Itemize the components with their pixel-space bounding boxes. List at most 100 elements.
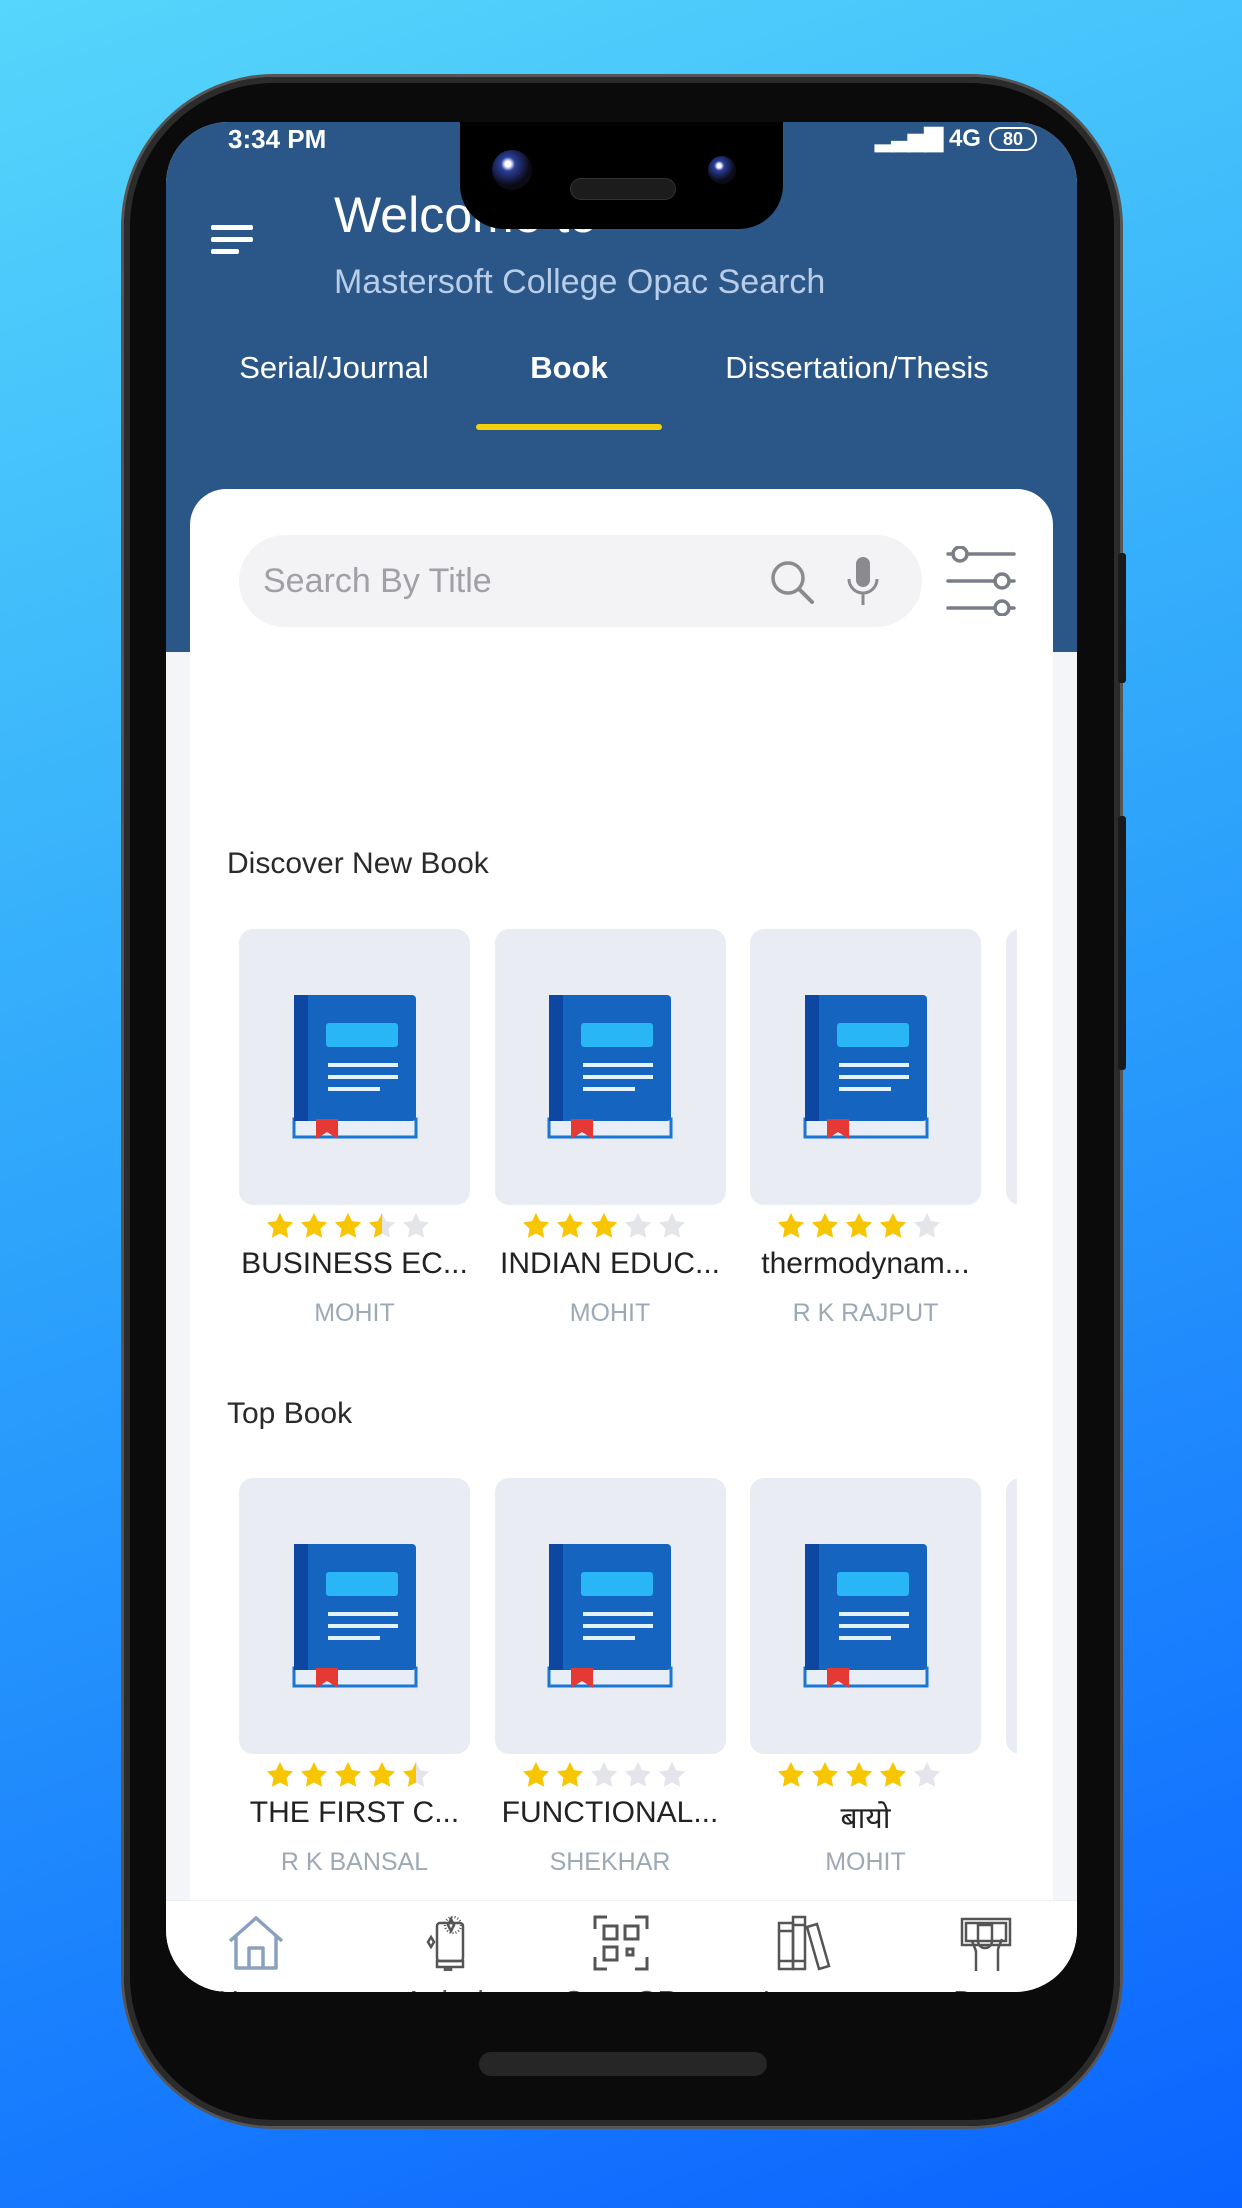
book-cover xyxy=(494,929,726,1205)
nav-arrivals[interactable]: Arrivals xyxy=(381,1915,521,1992)
book-card[interactable]: I xyxy=(1005,1478,1017,1754)
star-icon xyxy=(913,1212,941,1238)
tab-book[interactable]: Book xyxy=(530,350,608,386)
section-title: Discover New Book xyxy=(227,847,489,880)
new-book-icon xyxy=(423,1915,479,1975)
book-card[interactable]: INDIAN EDUC... MOHIT xyxy=(494,929,726,1327)
star-icon xyxy=(658,1212,685,1238)
star-rating xyxy=(776,1211,942,1241)
star-icon xyxy=(300,1761,328,1787)
book-card[interactable]: thermodynam... R K RAJPUT xyxy=(750,929,981,1327)
book-cover xyxy=(239,1478,470,1754)
books-icon xyxy=(775,1915,831,1975)
nav-label: Scan QR xyxy=(551,1985,691,1992)
book-author: A xyxy=(1006,1299,1018,1328)
book-title: I xyxy=(996,1796,1018,1830)
network-type: 4G xyxy=(948,124,981,152)
star-rating xyxy=(265,1211,431,1241)
search-input[interactable] xyxy=(263,535,743,627)
active-tab-indicator xyxy=(476,424,662,430)
nav-label: Home xyxy=(186,1985,326,1992)
star-icon xyxy=(658,1761,685,1787)
book-icon xyxy=(803,1544,928,1688)
book-title: BUSINESS EC... xyxy=(241,1247,468,1280)
camera-notch xyxy=(460,122,783,229)
star-icon xyxy=(811,1761,839,1787)
nav-label: Issues xyxy=(733,1985,873,1992)
nav-dues[interactable]: Dues xyxy=(916,1915,1056,1992)
sensor-icon xyxy=(708,156,736,184)
book-author: MOHIT xyxy=(825,1848,906,1876)
book-card[interactable]: बायो MOHIT xyxy=(750,1478,981,1876)
book-author: R K RAJPUT xyxy=(792,1299,939,1327)
book-cover xyxy=(239,929,470,1205)
book-author: MOHIT xyxy=(314,1299,395,1327)
book-icon xyxy=(292,995,417,1139)
star-icon xyxy=(556,1212,583,1238)
star-rating xyxy=(776,1760,942,1790)
nav-home[interactable]: Home xyxy=(186,1915,326,1992)
book-title: thermodynam... xyxy=(761,1247,970,1280)
star-icon xyxy=(913,1761,941,1787)
filter-icon[interactable] xyxy=(946,546,1016,616)
star-icon xyxy=(556,1761,583,1787)
book-author: MOHIT xyxy=(569,1299,651,1327)
star-icon xyxy=(402,1212,430,1238)
nav-issues[interactable]: Issues xyxy=(733,1915,873,1992)
star-icon xyxy=(368,1212,396,1238)
speaker xyxy=(570,178,676,200)
book-card[interactable]: FUNCTIONAL... SHEKHAR xyxy=(494,1478,726,1876)
star-rating xyxy=(521,1760,687,1790)
book-title: FUNCTIONAL... xyxy=(501,1796,719,1829)
microphone-icon[interactable] xyxy=(845,557,881,607)
star-icon xyxy=(777,1212,805,1238)
discover-book-list: BUSINESS EC... MOHIT INDIAN EDUC... MOHIT th… xyxy=(239,929,1017,1349)
app-screen: 3:34 PM ▂▃▅▇ 4G 80 Welcome to Mastersoft… xyxy=(166,122,1077,1992)
power-button xyxy=(1118,553,1126,683)
star-rating xyxy=(521,1211,687,1241)
home-indicator xyxy=(479,2052,767,2076)
tab-serial-journal[interactable]: Serial/Journal xyxy=(239,350,429,386)
star-icon xyxy=(590,1761,617,1787)
star-icon xyxy=(624,1212,651,1238)
book-author: R K BANSAL xyxy=(280,1848,429,1876)
tab-dissertation-thesis[interactable]: Dissertation/Thesis xyxy=(725,350,989,386)
star-icon xyxy=(368,1761,396,1787)
welcome-subtitle: Mastersoft College Opac Search xyxy=(334,263,826,301)
book-icon xyxy=(803,995,928,1139)
volume-button xyxy=(1118,816,1126,1070)
book-author: SHEKHAR xyxy=(549,1848,671,1876)
star-icon xyxy=(402,1761,430,1787)
book-card[interactable]: BUSINESS EC... MOHIT xyxy=(239,929,470,1327)
star-icon xyxy=(811,1212,839,1238)
nav-scan-qr[interactable]: Scan QR xyxy=(551,1915,691,1992)
content-card: Discover New Book BUSINESS EC...MOHITIND… xyxy=(190,489,1053,1949)
signal-icon: ▂▃▅▇ xyxy=(875,125,943,152)
book-cover xyxy=(750,929,981,1205)
search-icon[interactable] xyxy=(767,557,817,607)
section-title: Top Book xyxy=(227,1397,353,1430)
book-icon xyxy=(547,995,673,1139)
nav-label: Dues xyxy=(916,1985,1056,1992)
bottom-navigation: Home Arrivals Scan QR Issues Dues xyxy=(166,1900,1077,1992)
star-icon xyxy=(777,1761,805,1787)
nav-label: Arrivals xyxy=(381,1985,521,1992)
star-icon xyxy=(266,1761,294,1787)
battery-level: 80 xyxy=(988,126,1037,151)
search-bar xyxy=(239,535,922,627)
star-icon xyxy=(522,1761,549,1787)
book-title: INDIAN EDUC... xyxy=(499,1247,721,1280)
book-icon xyxy=(547,1544,673,1688)
star-icon xyxy=(845,1761,873,1787)
book-card[interactable]: A xyxy=(1005,929,1017,1205)
book-title: बायो xyxy=(840,1802,891,1835)
home-icon xyxy=(226,1916,286,1975)
cash-hand-icon xyxy=(958,1917,1014,1975)
star-icon xyxy=(624,1761,651,1787)
status-icons: ▂▃▅▇ 4G 80 xyxy=(875,124,1037,153)
top-book-list: THE FIRST C... R K BANSAL FUNCTIONAL... SHE… xyxy=(239,1478,1017,1898)
book-card[interactable]: THE FIRST C... R K BANSAL xyxy=(239,1478,470,1876)
menu-button[interactable] xyxy=(211,225,253,261)
star-icon xyxy=(334,1212,362,1238)
star-icon xyxy=(522,1212,549,1238)
